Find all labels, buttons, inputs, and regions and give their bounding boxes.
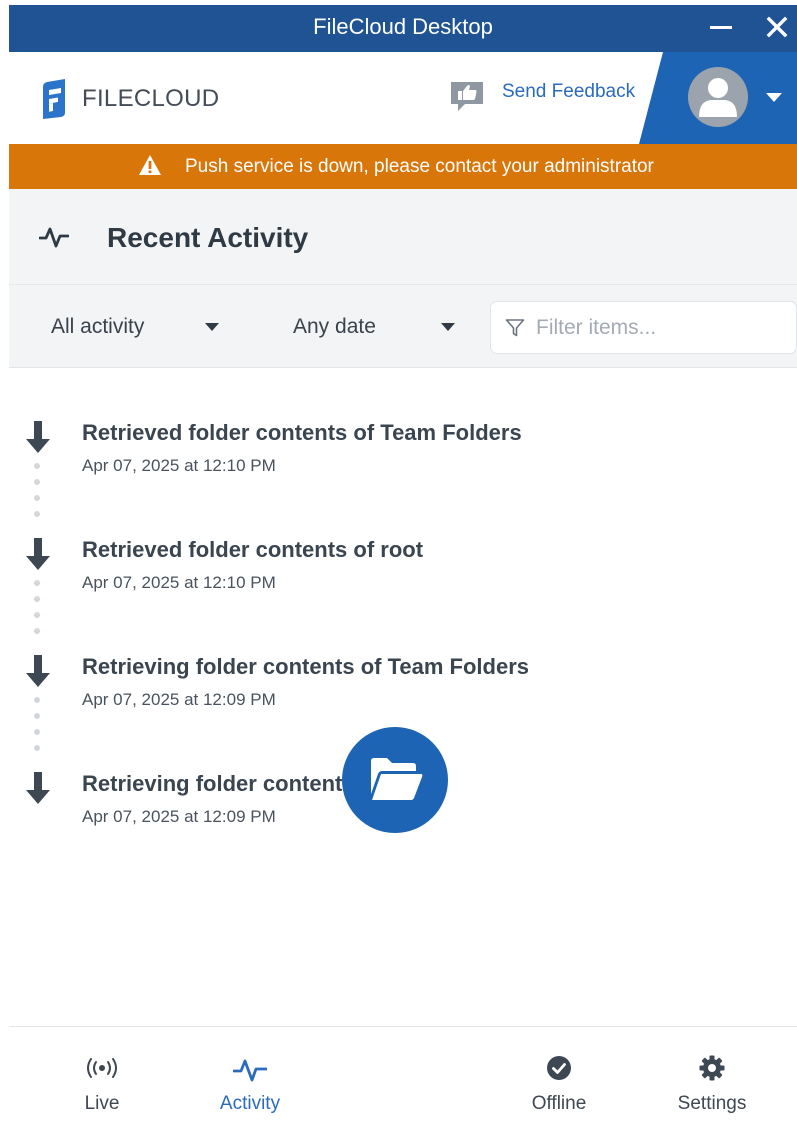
open-folder-button[interactable] xyxy=(342,727,448,833)
nav-settings[interactable]: Settings xyxy=(667,1027,757,1124)
filecloud-logo-icon xyxy=(43,79,65,119)
folder-open-icon xyxy=(371,758,423,800)
filter-search-box xyxy=(490,301,797,354)
close-button[interactable] xyxy=(757,5,797,49)
filter-items-input[interactable] xyxy=(536,302,786,353)
live-broadcast-icon xyxy=(87,1058,117,1078)
filter-bar: All activity Any date xyxy=(9,284,797,368)
title-bar: FileCloud Desktop xyxy=(9,5,797,52)
activity-timestamp: Apr 07, 2025 at 12:10 PM xyxy=(82,573,276,592)
logo-text: FILECLOUD xyxy=(82,85,220,112)
nav-activity[interactable]: Activity xyxy=(205,1027,295,1124)
window-title: FileCloud Desktop xyxy=(313,14,493,39)
nav-live[interactable]: Live xyxy=(62,1027,142,1124)
check-circle-icon xyxy=(547,1056,571,1080)
nav-offline-label: Offline xyxy=(531,1093,587,1114)
date-range-value: Any date xyxy=(293,315,376,338)
activity-timestamp: Apr 07, 2025 at 12:09 PM xyxy=(82,807,276,826)
user-icon xyxy=(699,78,737,117)
thumbs-up-chat-icon xyxy=(451,82,483,111)
activity-pulse-icon xyxy=(39,227,69,248)
activity-type-dropdown[interactable]: All activity xyxy=(51,285,241,369)
minimize-button[interactable] xyxy=(705,5,741,49)
nav-live-label: Live xyxy=(84,1093,120,1114)
activity-title: Retrieved folder contents of Team Folder… xyxy=(82,420,522,445)
nav-activity-label: Activity xyxy=(219,1093,281,1114)
close-icon xyxy=(766,16,788,38)
arrow-down-icon xyxy=(26,772,50,804)
section-header: Recent Activity xyxy=(9,189,797,284)
send-feedback-label: Send Feedback xyxy=(502,81,636,102)
warning-message: Push service is down, please contact you… xyxy=(185,156,654,177)
date-range-dropdown[interactable]: Any date xyxy=(293,285,473,369)
arrow-down-icon xyxy=(26,538,50,570)
page-title: Recent Activity xyxy=(107,222,309,253)
activity-timestamp: Apr 07, 2025 at 12:09 PM xyxy=(82,690,276,709)
bottom-navigation: Live Activity Offline Settings xyxy=(9,1026,797,1124)
activity-item: Retrieved folder contents of root Apr 07… xyxy=(24,537,784,607)
caret-down-icon xyxy=(441,323,455,331)
minimize-icon xyxy=(710,26,732,29)
filter-icon xyxy=(505,319,525,337)
activity-item: Retrieving folder contents of Team Folde… xyxy=(24,654,784,724)
app-header: FILECLOUD Send Feedback xyxy=(9,52,797,144)
activity-title: Retrieved folder contents of root xyxy=(82,537,424,562)
chevron-down-icon xyxy=(766,93,782,102)
nav-offline[interactable]: Offline xyxy=(519,1027,599,1124)
avatar xyxy=(688,67,748,127)
nav-settings-label: Settings xyxy=(677,1093,747,1114)
arrow-down-icon xyxy=(26,655,50,687)
warning-icon xyxy=(139,155,161,175)
user-menu-button[interactable] xyxy=(639,52,797,144)
warning-banner: Push service is down, please contact you… xyxy=(9,144,797,189)
activity-timestamp: Apr 07, 2025 at 12:10 PM xyxy=(82,456,276,475)
activity-pulse-icon xyxy=(233,1059,267,1082)
activity-title: Retrieving folder contents of Team Folde… xyxy=(82,654,529,679)
arrow-down-icon xyxy=(26,421,50,453)
activity-item: Retrieved folder contents of Team Folder… xyxy=(24,420,784,490)
caret-down-icon xyxy=(205,323,219,331)
filecloud-logo: FILECLOUD xyxy=(40,79,240,119)
gear-icon xyxy=(699,1055,725,1081)
activity-type-value: All activity xyxy=(51,315,145,338)
